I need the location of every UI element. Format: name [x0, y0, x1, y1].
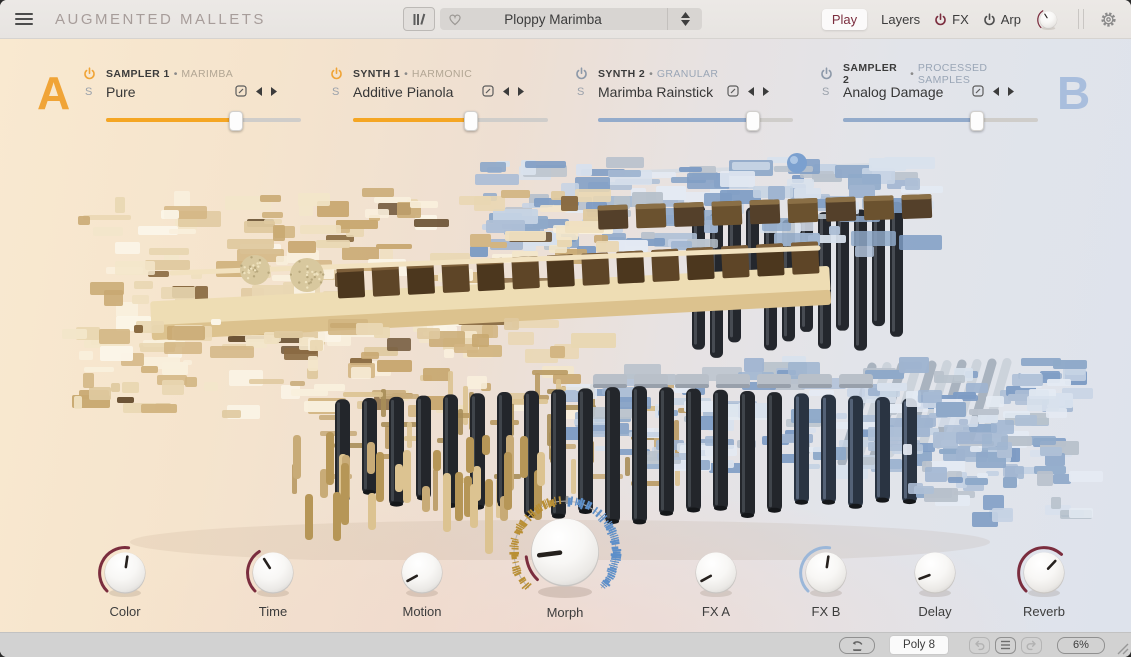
solo-button[interactable]: S: [332, 86, 339, 98]
library-button[interactable]: [403, 7, 435, 31]
solo-button[interactable]: S: [577, 86, 584, 98]
preset-name[interactable]: Ploppy Marimba: [440, 12, 666, 27]
fx-b-knob[interactable]: [794, 540, 858, 604]
undo-icon: [975, 640, 985, 650]
layer-browse-icon[interactable]: [727, 85, 739, 97]
time-knob[interactable]: [241, 540, 305, 604]
layer-browse-icon[interactable]: [972, 85, 984, 97]
titlebar: AUGMENTED MALLETS Ploppy Marimba Play La…: [0, 0, 1131, 39]
preset-up-button[interactable]: [680, 12, 690, 18]
bullet: •: [173, 67, 178, 80]
macro-label: Delay: [918, 604, 952, 619]
prev-preset-arrow[interactable]: [503, 86, 509, 96]
engine-name: SAMPLER 1: [106, 67, 170, 80]
redo-icon: [1026, 640, 1036, 650]
settings-gear-icon[interactable]: [1100, 11, 1117, 28]
main-panel: A B SAMPLER 1 • MARIMBA S Pure SYNTH 1 •…: [0, 38, 1131, 632]
preset-down-button[interactable]: [680, 20, 690, 26]
side-b-label: B: [1057, 67, 1091, 119]
cpu-meter-button[interactable]: 6%: [1057, 636, 1105, 654]
bullet: •: [910, 67, 914, 80]
preset-browser: Ploppy Marimba: [403, 7, 702, 31]
macro-label: FX B: [811, 604, 841, 619]
macro-label: Reverb: [1023, 604, 1065, 619]
fx-power-icon: [935, 12, 946, 25]
layer-preset-name[interactable]: Additive Pianola: [353, 84, 453, 100]
nav-divider: [1078, 9, 1084, 29]
prev-preset-arrow[interactable]: [256, 86, 262, 96]
layer-slot-sampler1: SAMPLER 1 • MARIMBA S Pure: [83, 66, 305, 131]
slider-handle[interactable]: [969, 111, 984, 131]
poly-mode-button[interactable]: Poly 8: [890, 636, 948, 654]
gauge-icon: [852, 641, 863, 651]
layer-browse-icon[interactable]: [482, 85, 494, 97]
hamburger-menu-button[interactable]: [15, 13, 33, 25]
master-volume-knob[interactable]: [1035, 6, 1062, 33]
prev-preset-arrow[interactable]: [748, 86, 754, 96]
arp-power-icon: [984, 12, 995, 25]
layer-slot-sampler2: SAMPLER 2 • PROCESSED SAMPLES S Analog D…: [820, 62, 1042, 131]
engine-category: MARIMBA: [181, 67, 234, 80]
app-title: AUGMENTED MALLETS: [55, 10, 266, 28]
power-icon[interactable]: [820, 67, 833, 80]
fx-a-knob[interactable]: [684, 540, 748, 604]
engine-category: GRANULAR: [656, 67, 719, 80]
bullet: •: [649, 67, 653, 80]
side-a-label: A: [37, 67, 71, 119]
layer-level-slider[interactable]: [598, 111, 793, 131]
delay-knob[interactable]: [903, 540, 967, 604]
tab-arp[interactable]: Arp: [983, 12, 1021, 27]
macro-label: Morph: [546, 605, 584, 620]
macro-label: Motion: [402, 604, 442, 619]
morph-knob[interactable]: [500, 489, 630, 619]
reverb-knob[interactable]: [1012, 540, 1076, 604]
undo-button[interactable]: [969, 636, 990, 654]
layer-level-slider[interactable]: [843, 111, 1038, 131]
preset-spinner: [667, 8, 702, 30]
slider-handle[interactable]: [464, 111, 478, 131]
history-list-button[interactable]: [995, 636, 1016, 654]
layer-preset-name[interactable]: Pure: [106, 84, 136, 100]
plugin-window: AUGMENTED MALLETS Ploppy Marimba Play La…: [0, 0, 1131, 657]
color-knob[interactable]: [93, 540, 157, 604]
engine-name: SYNTH 2: [598, 67, 646, 80]
macro-label: Color: [109, 604, 141, 619]
footer-bar: Poly 8 6%: [0, 632, 1131, 657]
layer-slot-synth1: SYNTH 1 • HARMONIC S Additive Pianola: [330, 66, 552, 131]
slider-handle[interactable]: [746, 111, 761, 131]
prev-preset-arrow[interactable]: [993, 86, 999, 96]
next-preset-arrow[interactable]: [271, 86, 277, 96]
layer-preset-name[interactable]: Marimba Rainstick: [598, 84, 713, 100]
layer-preset-name[interactable]: Analog Damage: [843, 84, 943, 100]
redo-button[interactable]: [1021, 636, 1042, 654]
library-icon: [413, 13, 426, 25]
macro-gauge-button[interactable]: [839, 636, 876, 654]
power-icon[interactable]: [83, 67, 96, 80]
tab-fx[interactable]: FX: [934, 12, 969, 27]
top-nav: Play Layers FX Arp: [821, 0, 1117, 38]
bullet: •: [404, 67, 408, 80]
layer-browse-icon[interactable]: [235, 85, 247, 97]
solo-button[interactable]: S: [822, 86, 829, 98]
next-preset-arrow[interactable]: [518, 86, 524, 96]
preset-field[interactable]: Ploppy Marimba: [440, 8, 702, 30]
next-preset-arrow[interactable]: [1008, 86, 1014, 96]
motion-knob[interactable]: [390, 540, 454, 604]
macro-label: FX A: [701, 604, 731, 619]
history-list-icon: [1001, 640, 1010, 650]
engine-name: SYNTH 1: [353, 67, 401, 80]
power-icon[interactable]: [575, 67, 588, 80]
layer-level-slider[interactable]: [353, 111, 548, 131]
engine-category: HARMONIC: [411, 67, 473, 80]
tab-layers[interactable]: Layers: [881, 12, 920, 27]
tab-play[interactable]: Play: [821, 8, 868, 30]
macro-label: Time: [258, 604, 288, 619]
layer-slot-synth2: SYNTH 2 • GRANULAR S Marimba Rainstick: [575, 66, 797, 131]
solo-button[interactable]: S: [85, 86, 92, 98]
power-icon[interactable]: [330, 67, 343, 80]
slider-handle[interactable]: [228, 111, 243, 131]
next-preset-arrow[interactable]: [763, 86, 769, 96]
resize-grip[interactable]: [1115, 641, 1129, 655]
layer-level-slider[interactable]: [106, 111, 301, 131]
